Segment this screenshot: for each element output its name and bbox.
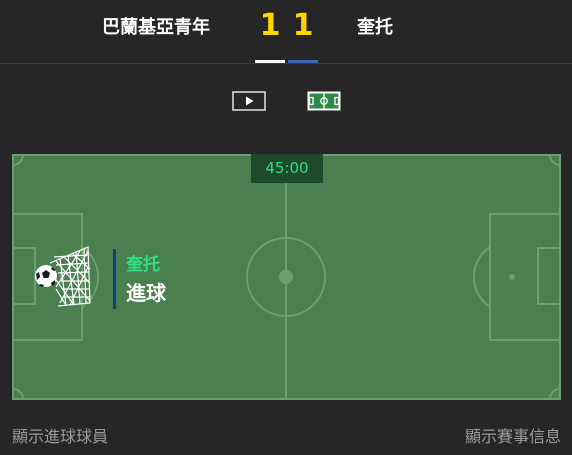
goal-team-name: 奎托 xyxy=(126,255,160,275)
pitch-view-icon[interactable] xyxy=(307,90,341,112)
away-score: 1 xyxy=(292,8,314,43)
header-divider xyxy=(0,63,572,64)
goal-event-label: 進球 xyxy=(126,281,166,305)
home-team-name: 巴蘭基亞青年 xyxy=(102,17,210,38)
pitch xyxy=(12,154,561,400)
video-play-icon[interactable] xyxy=(232,90,266,112)
show-scorers-link[interactable]: 顯示進球球員 xyxy=(12,423,108,447)
show-match-info-link[interactable]: 顯示賽事信息 xyxy=(465,423,561,447)
goal-net-icon xyxy=(30,243,94,309)
match-clock: 45:00 xyxy=(251,154,323,183)
home-score: 1 xyxy=(259,8,281,43)
away-team-name: 奎托 xyxy=(357,17,393,38)
event-team-color-bar xyxy=(113,249,116,309)
